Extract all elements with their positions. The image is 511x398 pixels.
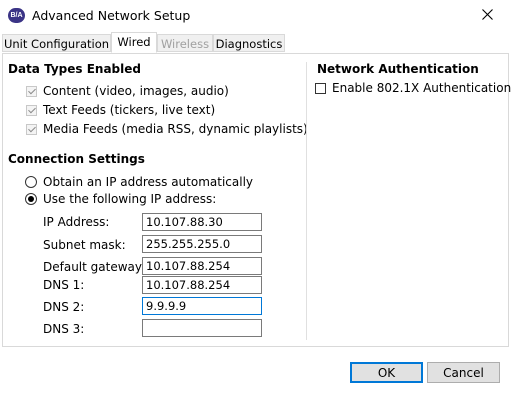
ip-address-input[interactable] bbox=[142, 213, 262, 231]
wired-tab-panel: Data Types Enabled Content (video, image… bbox=[2, 53, 511, 347]
text-feeds-label: Text Feeds (tickers, live text) bbox=[43, 103, 216, 117]
dns1-input[interactable] bbox=[142, 276, 262, 294]
content-checkbox[interactable] bbox=[26, 85, 37, 97]
dns3-input[interactable] bbox=[142, 319, 262, 337]
obtain-ip-auto-radio-row[interactable]: Obtain an IP address automatically bbox=[25, 174, 253, 190]
close-icon bbox=[482, 9, 493, 20]
tab-wireless: Wireless bbox=[157, 34, 213, 52]
obtain-ip-auto-label: Obtain an IP address automatically bbox=[43, 175, 254, 189]
content-checkbox-row[interactable]: Content (video, images, audio) bbox=[26, 83, 229, 99]
dns2-label: DNS 2: bbox=[43, 300, 85, 314]
data-types-heading: Data Types Enabled bbox=[8, 62, 141, 76]
use-following-ip-label: Use the following IP address: bbox=[43, 192, 217, 206]
tab-unit-configuration[interactable]: Unit Configuration bbox=[2, 34, 111, 52]
network-auth-heading: Network Authentication bbox=[317, 62, 479, 76]
tab-wired[interactable]: Wired bbox=[111, 32, 157, 53]
use-following-ip-radio[interactable] bbox=[25, 193, 37, 205]
use-following-ip-radio-row[interactable]: Use the following IP address: bbox=[25, 191, 216, 207]
obtain-ip-auto-radio[interactable] bbox=[25, 176, 37, 188]
panel-divider bbox=[306, 62, 307, 340]
subnet-mask-input[interactable] bbox=[142, 235, 262, 253]
enable-8021x-checkbox-row[interactable]: Enable 802.1X Authentication bbox=[315, 80, 511, 96]
media-feeds-checkbox[interactable] bbox=[26, 123, 37, 135]
ip-address-label: IP Address: bbox=[43, 215, 110, 229]
text-feeds-checkbox[interactable] bbox=[26, 104, 37, 116]
media-feeds-checkbox-row[interactable]: Media Feeds (media RSS, dynamic playlist… bbox=[26, 121, 308, 137]
title-bar: B/A Advanced Network Setup bbox=[0, 0, 511, 31]
subnet-mask-label: Subnet mask: bbox=[43, 238, 126, 252]
window-title: Advanced Network Setup bbox=[32, 8, 191, 23]
close-button[interactable] bbox=[465, 0, 511, 31]
default-gateway-label: Default gateway: bbox=[43, 260, 146, 274]
default-gateway-input[interactable] bbox=[142, 257, 262, 275]
text-feeds-checkbox-row[interactable]: Text Feeds (tickers, live text) bbox=[26, 102, 215, 118]
cancel-button[interactable]: Cancel bbox=[427, 362, 500, 383]
tab-diagnostics[interactable]: Diagnostics bbox=[213, 34, 285, 52]
connection-settings-heading: Connection Settings bbox=[8, 152, 145, 166]
dns1-label: DNS 1: bbox=[43, 278, 85, 292]
enable-8021x-checkbox[interactable] bbox=[315, 82, 326, 94]
enable-8021x-label: Enable 802.1X Authentication bbox=[332, 81, 511, 95]
ok-button[interactable]: OK bbox=[350, 362, 423, 383]
dns3-label: DNS 3: bbox=[43, 322, 85, 336]
dns2-input[interactable] bbox=[142, 297, 262, 315]
media-feeds-label: Media Feeds (media RSS, dynamic playlist… bbox=[43, 122, 308, 136]
app-logo-icon: B/A bbox=[8, 8, 25, 23]
content-label: Content (video, images, audio) bbox=[43, 84, 229, 98]
